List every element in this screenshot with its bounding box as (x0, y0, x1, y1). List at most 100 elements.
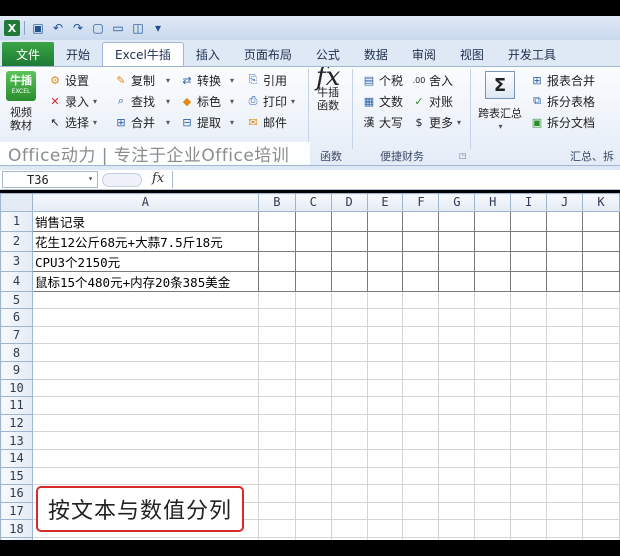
cell-k1[interactable] (582, 210, 620, 232)
cell-a15[interactable] (31, 466, 259, 486)
cell-j4[interactable] (546, 270, 584, 292)
cell-j15[interactable] (546, 466, 584, 486)
cell-h5[interactable] (474, 290, 512, 310)
cell-e14[interactable] (366, 448, 404, 468)
cell-a9[interactable] (31, 360, 259, 380)
row-header[interactable]: 14 (0, 448, 33, 468)
cell-c6[interactable] (294, 308, 332, 327)
cell-c17[interactable] (294, 501, 332, 521)
cell-h8[interactable] (474, 343, 512, 362)
cell-c2[interactable] (294, 230, 332, 252)
cell-h11[interactable] (474, 396, 512, 415)
cell-j2[interactable] (546, 230, 584, 252)
cell-d3[interactable] (330, 250, 368, 272)
cell-h15[interactable] (474, 466, 512, 486)
cell-c18[interactable] (294, 519, 332, 538)
cell-i16[interactable] (510, 484, 548, 503)
cell-e16[interactable] (366, 484, 404, 503)
cell-e18[interactable] (366, 519, 404, 538)
tab-data[interactable]: 数据 (352, 42, 400, 66)
insert-function-icon[interactable]: fx (152, 171, 164, 186)
cell-f6[interactable] (402, 308, 440, 327)
cell-e2[interactable] (366, 230, 404, 252)
settings-button[interactable]: ⚙ 设置 (48, 70, 89, 90)
cell-k4[interactable] (582, 270, 620, 292)
cell-c14[interactable] (294, 448, 332, 468)
cell-f10[interactable] (402, 378, 440, 398)
cell-d15[interactable] (330, 466, 368, 486)
cell-a5[interactable] (31, 290, 259, 310)
cell-h2[interactable] (474, 230, 512, 252)
cell-j11[interactable] (546, 396, 584, 415)
cell-e6[interactable] (366, 308, 404, 327)
cell-b1[interactable] (257, 210, 296, 232)
tab-insert[interactable]: 插入 (184, 42, 232, 66)
tab-page-layout[interactable]: 页面布局 (232, 42, 304, 66)
column-header-c[interactable]: C (294, 193, 332, 212)
row-header[interactable]: 10 (0, 378, 33, 398)
cell-g17[interactable] (438, 501, 476, 521)
cell-j10[interactable] (546, 378, 584, 398)
row-header[interactable]: 3 (0, 250, 33, 272)
cell-g14[interactable] (438, 448, 476, 468)
cell-c16[interactable] (294, 484, 332, 503)
cell-f8[interactable] (402, 343, 440, 362)
cell-f4[interactable] (402, 270, 440, 292)
cell-j13[interactable] (546, 431, 584, 450)
print-preview-icon[interactable]: ◫ (129, 19, 147, 37)
open-folder-icon[interactable]: ▭ (109, 19, 127, 37)
column-header-d[interactable]: D (330, 193, 368, 212)
cell-g15[interactable] (438, 466, 476, 486)
cell-a3[interactable]: CPU3个2150元 (31, 250, 259, 272)
cell-c8[interactable] (294, 343, 332, 362)
cell-i5[interactable] (510, 290, 548, 310)
tab-review[interactable]: 审阅 (400, 42, 448, 66)
cell-e5[interactable] (366, 290, 404, 310)
cell-d17[interactable] (330, 501, 368, 521)
cell-h6[interactable] (474, 308, 512, 327)
cell-i7[interactable] (510, 325, 548, 345)
row-header[interactable]: 5 (0, 290, 33, 310)
cell-f9[interactable] (402, 360, 440, 380)
row-header[interactable]: 2 (0, 230, 33, 252)
column-header-e[interactable]: E (366, 193, 404, 212)
tab-developer[interactable]: 开发工具 (496, 42, 568, 66)
cell-c13[interactable] (294, 431, 332, 450)
dialog-launcher-icon[interactable]: ◳ (459, 151, 467, 160)
redo-icon[interactable]: ↷ (69, 19, 87, 37)
merge-button[interactable]: ⊞ 合并 ▾ (114, 112, 170, 132)
cell-j16[interactable] (546, 484, 584, 503)
cell-g12[interactable] (438, 413, 476, 433)
cell-d7[interactable] (330, 325, 368, 345)
cell-i2[interactable] (510, 230, 548, 252)
cell-i1[interactable] (510, 210, 548, 232)
cell-g5[interactable] (438, 290, 476, 310)
cell-b9[interactable] (257, 360, 296, 380)
cell-d11[interactable] (330, 396, 368, 415)
extract-button[interactable]: ⊟ 提取 ▾ (180, 112, 234, 132)
cell-j5[interactable] (546, 290, 584, 310)
cell-k15[interactable] (582, 466, 620, 486)
new-file-icon[interactable]: ▢ (89, 19, 107, 37)
row-header[interactable]: 13 (0, 431, 33, 450)
cell-d6[interactable] (330, 308, 368, 327)
cell-d5[interactable] (330, 290, 368, 310)
cell-b14[interactable] (257, 448, 296, 468)
column-header-j[interactable]: J (546, 193, 584, 212)
cell-i14[interactable] (510, 448, 548, 468)
tab-excel-niucha[interactable]: Excel牛插 (102, 42, 184, 66)
cell-g4[interactable] (438, 270, 476, 292)
cell-j7[interactable] (546, 325, 584, 345)
cell-e9[interactable] (366, 360, 404, 380)
column-header-g[interactable]: G (438, 193, 476, 212)
cell-d4[interactable] (330, 270, 368, 292)
cell-i6[interactable] (510, 308, 548, 327)
cell-c11[interactable] (294, 396, 332, 415)
cell-g2[interactable] (438, 230, 476, 252)
cell-j3[interactable] (546, 250, 584, 272)
cell-d1[interactable] (330, 210, 368, 232)
cell-k8[interactable] (582, 343, 620, 362)
split-table-button[interactable]: ⧉ 拆分表格 (530, 91, 595, 111)
column-header-i[interactable]: I (510, 193, 548, 212)
cell-e15[interactable] (366, 466, 404, 486)
